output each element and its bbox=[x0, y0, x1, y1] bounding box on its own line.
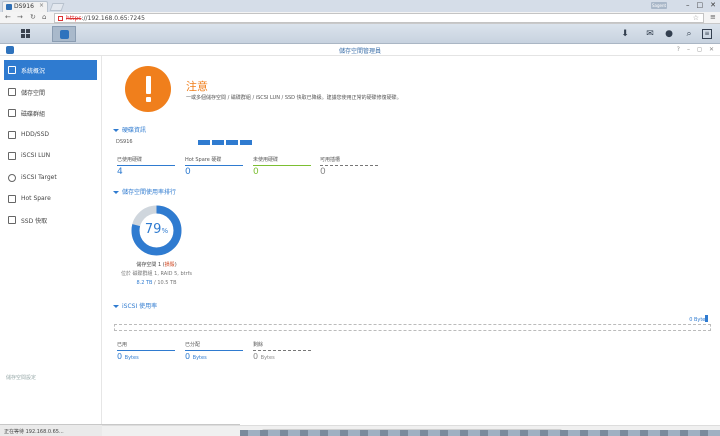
lun-icon bbox=[8, 152, 16, 160]
close-window-icon[interactable]: ✕ bbox=[710, 1, 716, 9]
reload-icon[interactable]: ↻ bbox=[30, 13, 36, 21]
warning-icon bbox=[125, 66, 171, 112]
close-app-icon[interactable]: ✕ bbox=[709, 46, 714, 53]
volume-icon bbox=[8, 88, 16, 96]
stat-used-disks: 已使用硬碟 4 bbox=[117, 156, 175, 177]
section-hardware-heading[interactable]: 硬碟資訊 bbox=[113, 125, 146, 134]
dsm-taskbar: ⬇ ✉ ● ⌕ ≡ bbox=[0, 24, 720, 44]
volume-size: 8.2 TB / 10.5 TB bbox=[136, 280, 177, 286]
main-content: 注意 一或多個儲存空間 / 磁碟群組 / iSCSI LUN / SSD 快取已… bbox=[103, 56, 720, 424]
iscsi-stat-used: 已用 0 Bytes bbox=[117, 341, 175, 361]
sidebar-item-ssd-cache[interactable]: SSD 快取 bbox=[4, 210, 97, 230]
iscsi-stat-free: 剩餘 0 Bytes bbox=[253, 341, 311, 361]
alert-description: 一或多個儲存空間 / 磁碟群組 / iSCSI LUN / SSD 快取已降級。… bbox=[186, 95, 402, 101]
alert-title: 注意 bbox=[186, 80, 208, 93]
help-icon[interactable]: ? bbox=[677, 46, 680, 53]
ssd-cache-icon bbox=[8, 216, 16, 224]
tab-title: DS916 bbox=[14, 3, 34, 10]
overview-icon bbox=[8, 66, 16, 74]
iscsi-usage-bar bbox=[114, 324, 711, 331]
section-volume-usage-heading[interactable]: 儲存空間使用率排行 bbox=[113, 187, 176, 196]
iscsi-stat-allocated: 已分配 0 Bytes bbox=[185, 341, 243, 361]
sidebar-item-hdd-ssd[interactable]: HDD/SSD bbox=[4, 125, 97, 145]
hardware-model: DS916 bbox=[116, 139, 133, 145]
section-iscsi-heading[interactable]: iSCSI 使用率 bbox=[113, 301, 157, 310]
window-title: 儲存空間管理員 bbox=[338, 48, 381, 55]
close-tab-icon[interactable]: × bbox=[39, 2, 44, 9]
url-text: https://192.168.0.65:7245 bbox=[66, 15, 145, 22]
new-tab-button[interactable] bbox=[49, 3, 65, 11]
insecure-lock-icon[interactable] bbox=[58, 16, 63, 21]
user-icon[interactable]: ● bbox=[664, 29, 674, 39]
sidebar-footer: 儲存空間設定 bbox=[6, 375, 37, 381]
storage-manager-taskbar-button[interactable] bbox=[52, 26, 76, 42]
widgets-icon[interactable]: ≡ bbox=[702, 29, 712, 39]
stat-hot-spare-disks: Hot Spare 硬碟 0 bbox=[185, 156, 243, 177]
volume-usage-percent: 79% bbox=[144, 222, 169, 237]
forward-icon[interactable]: → bbox=[17, 13, 23, 21]
stat-unused-disks: 未使用硬碟 0 bbox=[253, 156, 311, 177]
browser-window-controls: – □ ✕ bbox=[679, 1, 716, 9]
window-title-bar: 儲存空間管理員 ? – ◻ ✕ bbox=[0, 44, 720, 56]
minimize-icon[interactable]: – bbox=[686, 1, 690, 9]
browser-toolbar: ← → ↻ ⌂ https://192.168.0.65:7245 ☆ bbox=[0, 12, 720, 24]
storage-manager-icon bbox=[60, 30, 69, 39]
minimize-window-icon[interactable]: – bbox=[687, 46, 690, 53]
disk-slot-4[interactable] bbox=[240, 140, 252, 145]
volume-detail: 位於 磁碟群組 1, RAID 5, btrfs bbox=[120, 271, 193, 277]
url-input[interactable]: https://192.168.0.65:7245 ☆ bbox=[54, 13, 704, 23]
main-menu-button[interactable] bbox=[17, 28, 39, 41]
disk-slot-2[interactable] bbox=[212, 140, 224, 145]
browser-menu-icon[interactable]: ≡ bbox=[710, 13, 716, 21]
sidebar-item-iscsi-lun[interactable]: iSCSI LUN bbox=[4, 146, 97, 166]
back-icon[interactable]: ← bbox=[5, 13, 11, 21]
profile-badge[interactable]: Sagent bbox=[651, 2, 667, 9]
target-icon bbox=[8, 174, 16, 182]
os-taskbar-strip bbox=[240, 430, 720, 436]
disk-group-icon bbox=[8, 109, 16, 117]
hot-spare-icon bbox=[8, 195, 16, 203]
maximize-icon[interactable]: □ bbox=[697, 1, 704, 9]
stat-available-slots: 可用插槽 0 bbox=[320, 156, 378, 177]
sidebar-item-disk-group[interactable]: 磁碟群組 bbox=[4, 103, 97, 123]
sidebar: 系統概況 儲存空間 磁碟群組 HDD/SSD iSCSI LUN iSCSI T… bbox=[0, 56, 102, 424]
hdd-icon bbox=[8, 131, 16, 139]
bookmark-star-icon[interactable]: ☆ bbox=[693, 14, 699, 22]
home-icon[interactable]: ⌂ bbox=[42, 13, 46, 21]
volume-name[interactable]: 儲存空間 1 (損毀) bbox=[103, 261, 210, 268]
sidebar-item-overview[interactable]: 系統概況 bbox=[4, 60, 97, 80]
browser-tab[interactable]: DS916 × bbox=[2, 1, 48, 12]
maximize-window-icon[interactable]: ◻ bbox=[697, 46, 702, 53]
window-controls: ? – ◻ ✕ bbox=[670, 46, 714, 53]
download-icon[interactable]: ⬇ bbox=[620, 29, 630, 39]
dsm-favicon-icon bbox=[6, 4, 12, 10]
sidebar-item-hot-spare[interactable]: Hot Spare bbox=[4, 189, 97, 209]
volume-status: 損毀 bbox=[164, 262, 175, 268]
iscsi-marker bbox=[705, 315, 708, 322]
sidebar-item-iscsi-target[interactable]: iSCSI Target bbox=[4, 168, 97, 188]
disk-slot-3[interactable] bbox=[226, 140, 238, 145]
search-icon[interactable]: ⌕ bbox=[684, 29, 694, 39]
sidebar-item-volume[interactable]: 儲存空間 bbox=[4, 82, 97, 102]
disk-slot-1[interactable] bbox=[198, 140, 210, 145]
notification-icon[interactable]: ✉ bbox=[645, 29, 655, 39]
browser-tab-bar: DS916 × Sagent – □ ✕ bbox=[0, 0, 720, 12]
